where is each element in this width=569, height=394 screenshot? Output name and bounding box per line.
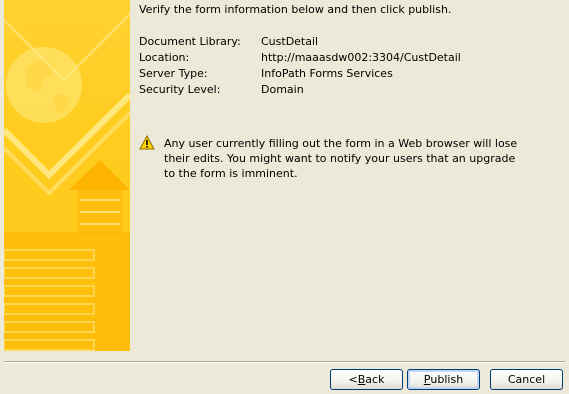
location-label: Location: (139, 51, 190, 64)
banner-artwork (4, 12, 130, 351)
publish-button-rest: ublish (430, 373, 464, 386)
back-button-prefix: < (348, 373, 358, 386)
cancel-button[interactable]: Cancel (490, 369, 563, 390)
divider (4, 361, 565, 363)
publish-button-mnemonic: P (423, 373, 431, 386)
document-library-label: Document Library: (139, 35, 241, 48)
warning-icon (139, 134, 155, 150)
security-level-label: Security Level: (139, 83, 221, 96)
wizard-banner-image (4, 0, 130, 351)
intro-text: Verify the form information below and th… (139, 3, 452, 16)
back-button-mnemonic: B (357, 373, 366, 386)
publish-button[interactable]: Publish (407, 369, 480, 390)
server-type-value: InfoPath Forms Services (261, 67, 393, 80)
warning-message: Any user currently filling out the form … (164, 137, 518, 180)
location-value: http://maaasdw002:3304/CustDetail (261, 51, 461, 64)
document-library-value: CustDetail (261, 35, 319, 48)
back-button-rest: ack (365, 373, 385, 386)
security-level-value: Domain (261, 83, 304, 96)
back-button[interactable]: < Back (330, 369, 403, 390)
server-type-label: Server Type: (139, 67, 208, 80)
